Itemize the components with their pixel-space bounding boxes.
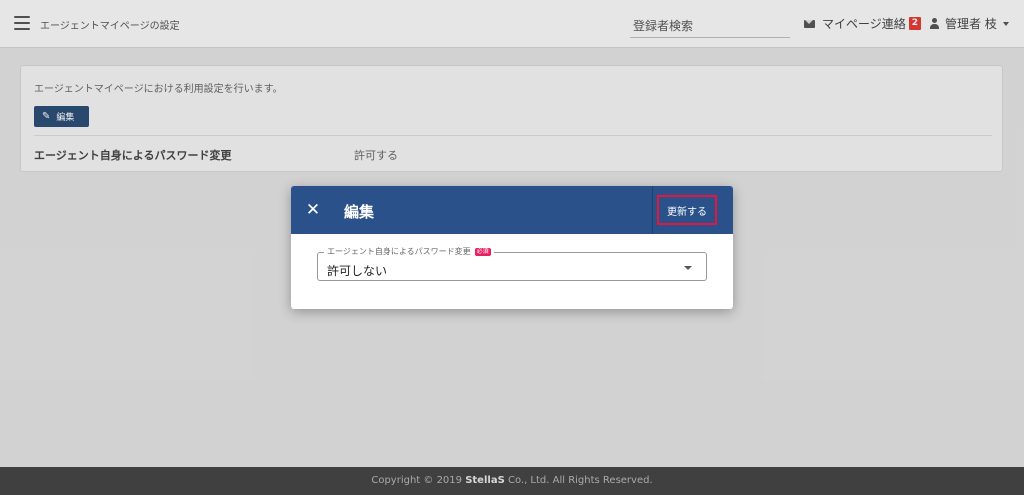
close-icon[interactable]: ✕ — [305, 201, 321, 219]
dialog-title: 編集 — [344, 203, 375, 221]
copyright-prefix: Copyright © 2019 — [371, 475, 466, 486]
password-change-select[interactable]: エージェント自身によるパスワード変更 必須 許可しない — [317, 247, 707, 281]
update-button[interactable]: 更新する — [657, 195, 717, 225]
brand-name: StellaS — [465, 475, 505, 486]
header-divider — [652, 186, 653, 234]
edit-dialog: ✕ 編集 更新する エージェント自身によるパスワード変更 必須 許可しない — [291, 186, 733, 309]
footer: Copyright © 2019 StellaS Co., Ltd. All R… — [0, 467, 1024, 495]
required-badge: 必須 — [474, 248, 491, 256]
chevron-down-icon — [684, 266, 692, 270]
dialog-header: ✕ 編集 更新する — [291, 186, 733, 234]
field-label: エージェント自身によるパスワード変更 必須 — [324, 247, 494, 257]
field-label-text: エージェント自身によるパスワード変更 — [327, 247, 471, 256]
copyright-suffix: Co., Ltd. All Rights Reserved. — [504, 475, 653, 486]
selected-value: 許可しない — [327, 264, 388, 278]
